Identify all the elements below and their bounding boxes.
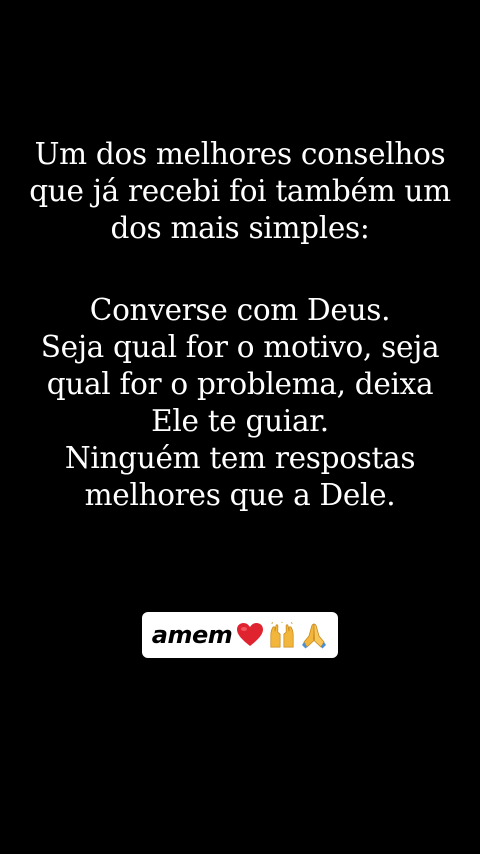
raising-hands-icon	[268, 621, 296, 649]
text-line: dos mais simples:	[110, 211, 370, 245]
text-line: Ninguém tem respostas	[64, 441, 416, 475]
story-canvas: Um dos melhores conselhos que já recebi …	[0, 0, 480, 854]
text-line: melhores que a Dele.	[84, 478, 396, 512]
text-line: Converse com Deus.	[89, 293, 391, 327]
sticker-word: amem	[151, 621, 233, 649]
story-text: Um dos melhores conselhos que já recebi …	[0, 136, 480, 514]
red-heart-icon	[236, 621, 264, 649]
text-line: qual for o problema, deixa	[46, 367, 434, 401]
text-line: Seja qual for o motivo, seja	[40, 330, 440, 364]
praying-hands-icon	[300, 621, 328, 649]
text-line: Ele te guiar.	[151, 404, 329, 438]
text-line: que já recebi foi também um	[29, 174, 451, 208]
text-line: Um dos melhores conselhos	[34, 137, 446, 171]
amem-sticker[interactable]: amem	[142, 612, 338, 658]
